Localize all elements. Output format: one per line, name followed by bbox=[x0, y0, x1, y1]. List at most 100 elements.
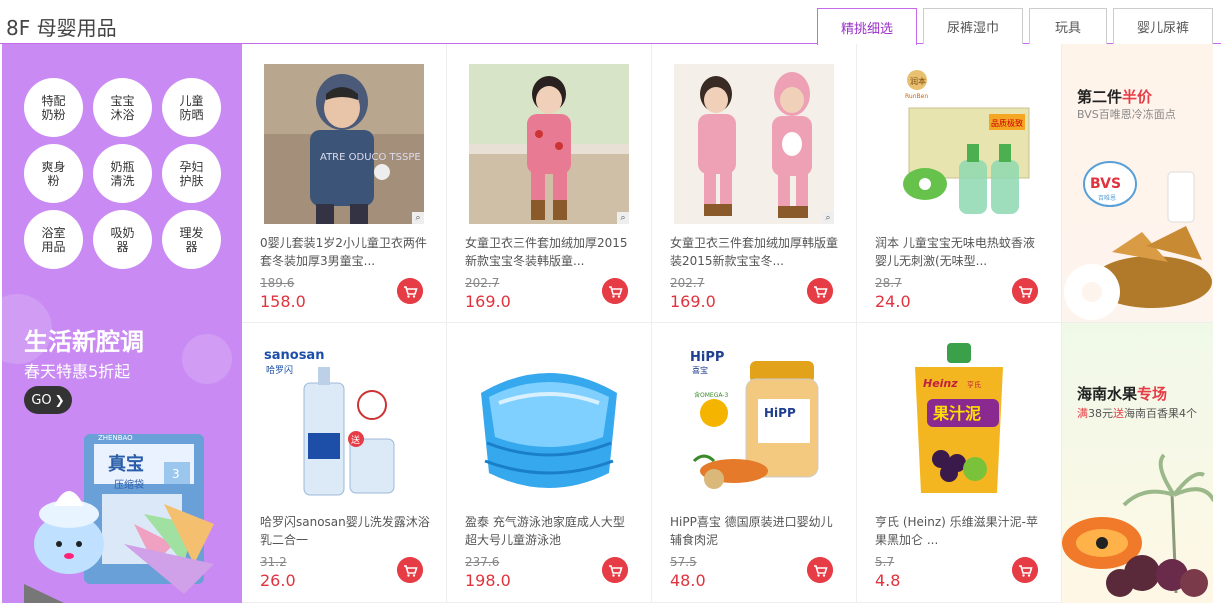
product-card[interactable]: sanosan 哈罗闪 送 哈罗闪sanosan婴儿洗发露沐浴乳二合一 31.2… bbox=[242, 323, 447, 603]
box-tag: 3 bbox=[172, 467, 180, 481]
right-ad-column: 第二件半价 BVS百唯恩冷冻面点 BVS 百唯恩 海南水果专场 满38元送海南百… bbox=[1062, 44, 1213, 603]
ad-title-highlight: 半价 bbox=[1122, 88, 1153, 106]
product-name[interactable]: 0婴儿套装1岁2小儿童卫衣两件套冬装加厚3男童宝... bbox=[260, 234, 430, 270]
sale-price: 4.8 bbox=[875, 571, 901, 590]
add-to-cart-button[interactable] bbox=[397, 278, 423, 304]
product-image bbox=[469, 343, 629, 503]
ad-subtitle: BVS百唯恩冷冻面点 bbox=[1077, 108, 1176, 121]
floor-tabs: 精挑细选 尿裤湿巾 玩具 婴儿尿裤 bbox=[817, 8, 1213, 45]
zoom-icon[interactable]: ⌕ bbox=[617, 212, 629, 224]
tab-curated[interactable]: 精挑细选 bbox=[817, 8, 917, 45]
original-price: 57.5 bbox=[670, 555, 697, 569]
category-item[interactable]: 爽身粉 bbox=[24, 144, 83, 203]
ad-title-main: 海南水果 bbox=[1077, 385, 1138, 403]
add-to-cart-button[interactable] bbox=[397, 557, 423, 583]
product-name[interactable]: 女童卫衣三件套加绒加厚韩版童装2015新款宝宝冬... bbox=[670, 234, 840, 270]
zoom-icon[interactable]: ⌕ bbox=[412, 212, 424, 224]
product-name[interactable]: HiPP喜宝 德国原装进口婴幼儿辅食肉泥 bbox=[670, 513, 840, 549]
sanosan-logo: sanosan bbox=[264, 348, 324, 363]
category-item[interactable]: 吸奶器 bbox=[93, 210, 152, 269]
box-top: ZHENBAO bbox=[98, 434, 133, 442]
product-card[interactable]: ⌕ 女童卫衣三件套加绒加厚2015新款宝宝冬装韩版童... 202.7 169.… bbox=[447, 44, 652, 323]
product-image: 润本 RunBen 品质极致 bbox=[879, 64, 1039, 224]
hipp-logo: HiPP bbox=[690, 350, 724, 365]
chevron-right-icon: ❯ bbox=[54, 393, 65, 407]
original-price: 31.2 bbox=[260, 555, 287, 569]
product-name[interactable]: 润本 儿童宝宝无味电热蚊香液婴儿无刺激(无味型... bbox=[875, 234, 1045, 270]
heinz-product-name: 果汁泥 bbox=[932, 404, 981, 423]
product-image: ATRE ODUCO TSSPE bbox=[264, 64, 424, 224]
tab-diapers-wipes[interactable]: 尿裤湿巾 bbox=[923, 8, 1023, 44]
product-card[interactable]: ⌕ 女童卫衣三件套加绒加厚韩版童装2015新款宝宝冬... 202.7 169.… bbox=[652, 44, 857, 323]
product-card[interactable]: HiPP 喜宝 HiPP 含OMEGA-3 HiPP喜宝 德国原装进口婴幼儿辅食… bbox=[652, 323, 857, 603]
sale-price: 198.0 bbox=[465, 571, 511, 590]
promo-products-image: 真宝 压缩袋 ZHENBAO 3 bbox=[24, 434, 214, 603]
product-grid: ATRE ODUCO TSSPE ⌕ 0婴儿套装1岁2小儿童卫衣两件套冬装加厚3… bbox=[242, 44, 1062, 603]
ad-title: 第二件半价 bbox=[1077, 86, 1152, 107]
tab-toys[interactable]: 玩具 bbox=[1029, 8, 1107, 44]
category-item[interactable]: 奶瓶清洗 bbox=[93, 144, 152, 203]
product-image: sanosan 哈罗闪 送 bbox=[264, 343, 424, 503]
product-card[interactable]: ATRE ODUCO TSSPE ⌕ 0婴儿套装1岁2小儿童卫衣两件套冬装加厚3… bbox=[242, 44, 447, 323]
add-to-cart-button[interactable] bbox=[1012, 278, 1038, 304]
category-item[interactable]: 儿童防晒 bbox=[162, 78, 221, 137]
category-item[interactable]: 宝宝沐浴 bbox=[93, 78, 152, 137]
ad-bvs[interactable]: 第二件半价 BVS百唯恩冷冻面点 BVS 百唯恩 bbox=[1062, 44, 1213, 323]
ad-subtitle: 满38元送海南百香果4个 bbox=[1077, 405, 1197, 421]
gift-tag: 送 bbox=[351, 434, 360, 446]
product-card[interactable]: Heinz 亨氏 果汁泥 亨氏 (Heinz) 乐维滋果汁泥-苹果黑加仑 ...… bbox=[857, 323, 1062, 603]
add-to-cart-button[interactable] bbox=[602, 278, 628, 304]
runben-box-label: 品质极致 bbox=[991, 118, 1023, 128]
product-name[interactable]: 盈泰 充气游泳池家庭成人大型超大号儿童游泳池 bbox=[465, 513, 635, 549]
heinz-logo: Heinz bbox=[923, 377, 958, 390]
ad-sub-part: 海南百香果4个 bbox=[1124, 407, 1197, 420]
box-brand: 真宝 bbox=[108, 453, 144, 475]
hipp-jar-label: HiPP bbox=[764, 406, 796, 420]
category-circles: 特配奶粉 宝宝沐浴 儿童防晒 爽身粉 奶瓶清洗 孕妇护肤 浴室用品 吸奶器 理发… bbox=[24, 78, 223, 269]
floor-title: 8F 母婴用品 bbox=[6, 16, 117, 40]
category-item[interactable]: 特配奶粉 bbox=[24, 78, 83, 137]
add-to-cart-button[interactable] bbox=[807, 557, 833, 583]
product-image bbox=[469, 64, 629, 224]
category-item[interactable]: 浴室用品 bbox=[24, 210, 83, 269]
product-name[interactable]: 亨氏 (Heinz) 乐维滋果汁泥-苹果黑加仑 ... bbox=[875, 513, 1045, 549]
ad-hainan-fruit[interactable]: 海南水果专场 满38元送海南百香果4个 bbox=[1062, 323, 1213, 603]
sale-price: 158.0 bbox=[260, 292, 306, 311]
ad-title: 海南水果专场 bbox=[1077, 383, 1167, 404]
original-price: 202.7 bbox=[465, 276, 500, 290]
sale-price: 48.0 bbox=[670, 571, 706, 590]
product-image bbox=[674, 64, 834, 224]
tab-baby-diapers[interactable]: 婴儿尿裤 bbox=[1113, 8, 1213, 44]
sanosan-cn: 哈罗闪 bbox=[266, 364, 293, 376]
go-button[interactable]: GO ❯ bbox=[24, 386, 72, 414]
product-name[interactable]: 女童卫衣三件套加绒加厚2015新款宝宝冬装韩版童... bbox=[465, 234, 635, 270]
omega-label: 含OMEGA-3 bbox=[694, 391, 728, 399]
product-card[interactable]: 润本 RunBen 品质极致 润本 儿童宝宝无味电热蚊香液婴儿无刺激(无味型..… bbox=[857, 44, 1062, 323]
category-item[interactable]: 理发器 bbox=[162, 210, 221, 269]
decor-bubble bbox=[182, 334, 232, 384]
box-sub: 压缩袋 bbox=[114, 478, 144, 491]
ad-title-highlight: 专场 bbox=[1137, 385, 1168, 403]
original-price: 202.7 bbox=[670, 276, 705, 290]
original-price: 189.6 bbox=[260, 276, 295, 290]
zoom-icon[interactable]: ⌕ bbox=[822, 212, 834, 224]
bvs-pastry-image: BVS 百唯恩 bbox=[1064, 161, 1212, 320]
left-promo-panel: 特配奶粉 宝宝沐浴 儿童防晒 爽身粉 奶瓶清洗 孕妇护肤 浴室用品 吸奶器 理发… bbox=[2, 44, 242, 603]
product-card[interactable]: 盈泰 充气游泳池家庭成人大型超大号儿童游泳池 237.6 198.0 bbox=[447, 323, 652, 603]
ad-sub-part: 38元 bbox=[1088, 407, 1113, 420]
heinz-cn: 亨氏 bbox=[967, 380, 981, 389]
add-to-cart-button[interactable] bbox=[807, 278, 833, 304]
product-name[interactable]: 哈罗闪sanosan婴儿洗发露沐浴乳二合一 bbox=[260, 513, 430, 549]
category-item[interactable]: 孕妇护肤 bbox=[162, 144, 221, 203]
original-price: 28.7 bbox=[875, 276, 902, 290]
add-to-cart-button[interactable] bbox=[1012, 557, 1038, 583]
sale-price: 24.0 bbox=[875, 292, 911, 311]
add-to-cart-button[interactable] bbox=[602, 557, 628, 583]
runben-en: RunBen bbox=[905, 93, 928, 100]
floor-header: 8F 母婴用品 精挑细选 尿裤湿巾 玩具 婴儿尿裤 bbox=[0, 0, 1221, 45]
promo-title: 生活新腔调 bbox=[24, 328, 144, 356]
promo-subtitle: 春天特惠5折起 bbox=[24, 362, 131, 381]
hoodie-print: ATRE ODUCO TSSPE bbox=[320, 152, 421, 163]
original-price: 5.7 bbox=[875, 555, 895, 569]
sale-price: 169.0 bbox=[465, 292, 511, 311]
